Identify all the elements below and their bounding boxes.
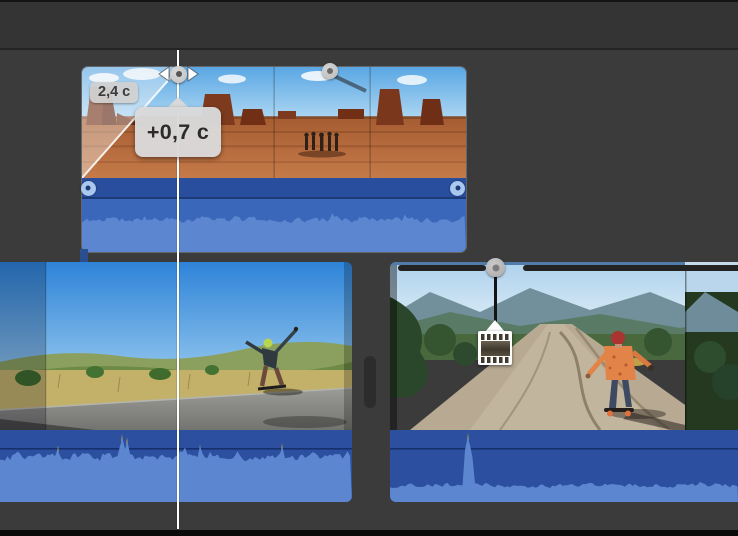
filmstrip-sprockets-bottom bbox=[481, 357, 510, 363]
waveform-clip-right bbox=[390, 430, 738, 502]
connection-bar-left-segment bbox=[398, 265, 486, 271]
connection-knob[interactable] bbox=[486, 258, 505, 277]
trim-left-arrow-icon[interactable] bbox=[157, 66, 170, 82]
timeline-bottom-strip bbox=[0, 530, 738, 536]
overlay-clip-audio-strip bbox=[82, 178, 466, 199]
filmstrip-photo bbox=[481, 341, 510, 356]
trim-right-arrow-icon[interactable] bbox=[187, 66, 200, 82]
overlay-clip-audio-waveform bbox=[82, 199, 466, 252]
video-fade-handle[interactable] bbox=[322, 63, 338, 79]
trim-delta-tooltip-arrow bbox=[167, 97, 189, 108]
primary-clip-right-audio bbox=[390, 430, 738, 502]
gap-handle[interactable] bbox=[364, 356, 376, 408]
audio-fade-right-handle[interactable] bbox=[450, 181, 465, 196]
waveform-overlay-clip bbox=[82, 199, 466, 252]
primary-clip-right[interactable] bbox=[390, 262, 738, 502]
trim-duration-badge: 2,4 c bbox=[90, 82, 138, 103]
timeline-top-band bbox=[0, 0, 738, 50]
trim-delta-tooltip: +0,7 c bbox=[135, 107, 221, 157]
connection-bar-right-segment bbox=[523, 265, 738, 271]
connected-clip-marker-icon[interactable] bbox=[478, 331, 512, 365]
connection-marker-line bbox=[494, 276, 497, 322]
filmstrip-icon bbox=[481, 334, 510, 363]
trim-center-handle[interactable] bbox=[170, 66, 187, 83]
timeline-canvas: 2,4 c +0,7 c bbox=[0, 0, 738, 536]
audio-fade-left-handle[interactable] bbox=[81, 181, 96, 196]
connected-overlay-clip[interactable] bbox=[82, 67, 466, 252]
dirt-road-thumbnail bbox=[390, 262, 738, 430]
primary-clip-right-filmstrip bbox=[390, 262, 738, 430]
filmstrip-sprockets-top bbox=[481, 334, 510, 340]
